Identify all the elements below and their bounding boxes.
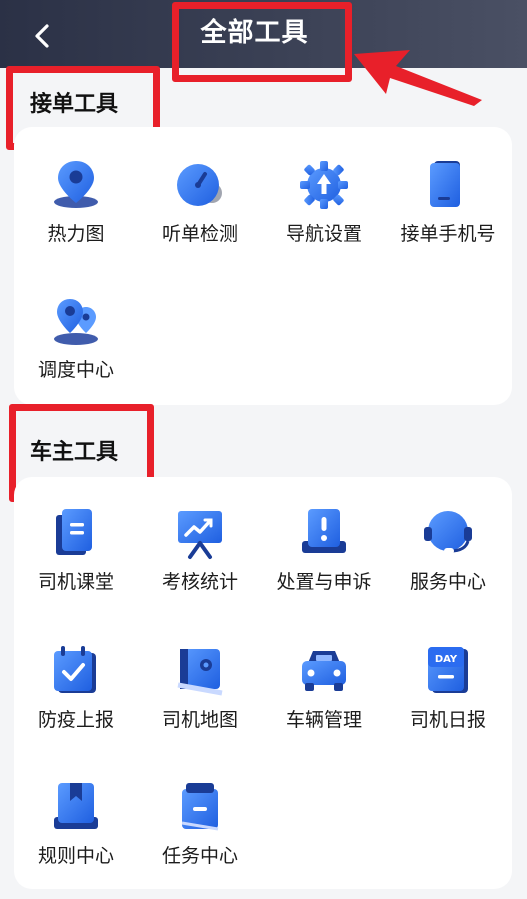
headset-icon	[424, 511, 472, 554]
section-title-order-tools: 接单工具	[30, 92, 119, 117]
phone-icon	[430, 161, 460, 207]
navigation-gear-icon	[300, 161, 348, 209]
tool-driver-daily-report[interactable]: DAY 司机日报	[386, 643, 510, 753]
tool-heatmap[interactable]: 热力图	[14, 157, 138, 267]
tool-disposal-appeal[interactable]: 处置与申诉	[262, 505, 386, 615]
location-pin-icon	[54, 161, 98, 208]
calendar-check-icon	[54, 646, 96, 693]
tool-task-center[interactable]: 任务中心	[138, 779, 262, 889]
dispatch-pins-icon	[54, 299, 98, 345]
section-title-owner-tools: 车主工具	[30, 440, 119, 465]
order-tools-card: 热力图 听单检测 导航设置 接单手机号 调度中心	[14, 127, 512, 405]
tool-dispatch-center[interactable]: 调度中心	[14, 293, 138, 403]
chart-board-icon	[178, 511, 222, 559]
tool-order-phone[interactable]: 接单手机号	[386, 157, 510, 267]
tool-service-center[interactable]: 服务中心	[386, 505, 510, 615]
car-icon	[302, 651, 346, 691]
bookmark-book-icon	[54, 783, 98, 829]
alert-document-icon	[302, 509, 346, 553]
tool-assessment-stats[interactable]: 考核统计	[138, 505, 262, 615]
map-icon	[177, 649, 223, 696]
tool-rules-center[interactable]: 规则中心	[14, 779, 138, 889]
speedometer-icon	[177, 164, 222, 206]
day-report-icon: DAY	[428, 647, 468, 693]
tool-epidemic-report[interactable]: 防疫上报	[14, 643, 138, 753]
tool-vehicle-management[interactable]: 车辆管理	[262, 643, 386, 753]
book-icon	[56, 509, 92, 555]
tool-driver-class[interactable]: 司机课堂	[14, 505, 138, 615]
owner-tools-card: 司机课堂 考核统计 处置与申诉 服务中心 防疫上报 司机地图 车辆管理 DAY …	[14, 477, 512, 889]
svg-text:DAY: DAY	[435, 654, 458, 665]
tool-navigation-settings[interactable]: 导航设置	[262, 157, 386, 267]
tool-driver-map[interactable]: 司机地图	[138, 643, 262, 753]
annotation-arrow-icon	[354, 50, 482, 106]
clipboard-icon	[181, 783, 219, 831]
tool-order-detect[interactable]: 听单检测	[138, 157, 262, 267]
